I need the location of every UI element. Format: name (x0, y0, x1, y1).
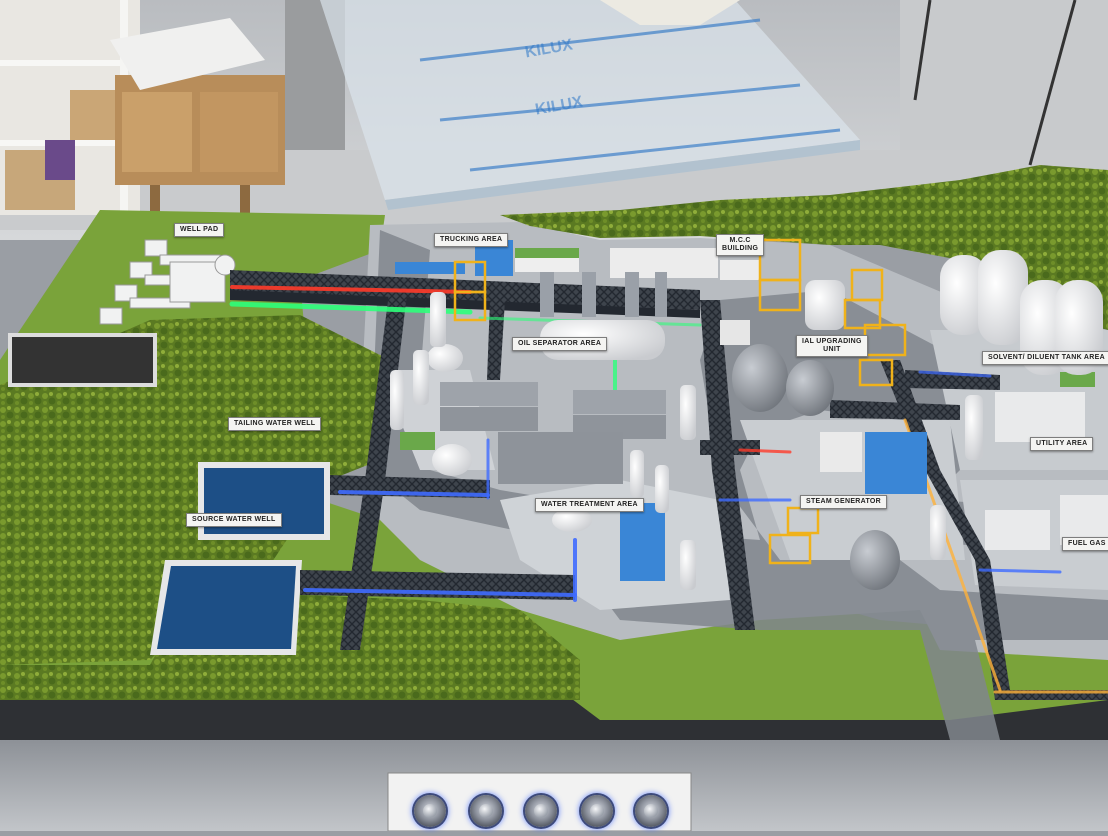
label-utility-area: UTILITY AREA (1030, 437, 1094, 452)
label-oil-separator-area: OIL SEPARATOR AREA (512, 337, 608, 352)
label-tailing-water-well: TAILING WATER WELL (228, 417, 322, 432)
label-water-treatment-area: WATER TREATMENT AREA (535, 498, 644, 513)
label-steam-generator: STEAM GENERATOR (800, 495, 888, 510)
label-mcc-building-line2: BUILDING (722, 245, 759, 253)
label-trucking-area: TRUCKING AREA (434, 233, 509, 248)
well-pit (8, 333, 157, 387)
label-solvent-diluent-tank-area: SOLVENT/ DILUENT TANK AREA (982, 351, 1108, 366)
label-source-water-well: SOURCE WATER WELL (186, 513, 282, 528)
label-mcc-building: M.C.C BUILDING (716, 234, 765, 257)
control-button-4[interactable] (581, 795, 613, 827)
table-frame (900, 0, 1108, 150)
control-button-5[interactable] (635, 795, 667, 827)
control-button-3[interactable] (525, 795, 557, 827)
label-partial-upgrading-unit: IAL UPGRADING UNIT (796, 335, 868, 358)
label-fuel-gas: FUEL GAS (1062, 537, 1108, 552)
scene-svg (0, 0, 1108, 832)
label-partial-upgrading-unit-line2: UNIT (823, 346, 841, 354)
control-button-1[interactable] (414, 795, 446, 827)
label-mcc-building-line1: M.C.C (729, 237, 751, 244)
label-well-pad: WELL PAD (174, 223, 225, 238)
label-partial-upgrading-unit-line1: IAL UPGRADING (802, 338, 862, 345)
industrial-plant-model-photo: WELL PAD TRUCKING AREA M.C.C BUILDING OI… (0, 0, 1108, 832)
control-button-2[interactable] (470, 795, 502, 827)
